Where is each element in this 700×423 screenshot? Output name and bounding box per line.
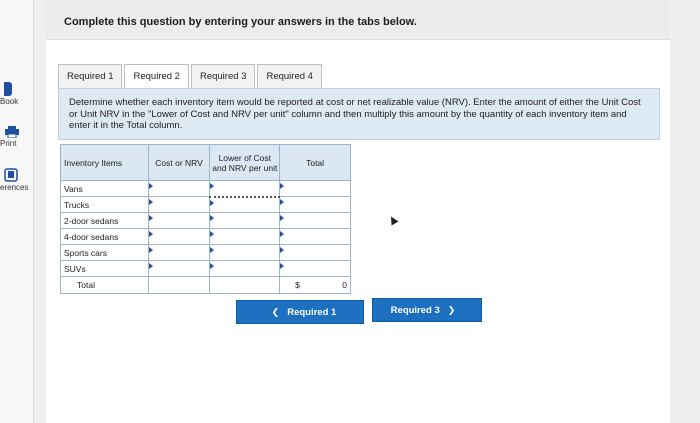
total-empty-cell	[209, 276, 281, 294]
lower-cost-input[interactable]	[209, 244, 281, 261]
cost-or-nrv-select[interactable]	[147, 196, 211, 213]
ebook-icon	[4, 82, 12, 96]
header-lower-of-cost-nrv: Lower of Cost and NRV per unit	[209, 144, 281, 181]
cost-or-nrv-select[interactable]	[147, 260, 211, 277]
total-input[interactable]	[279, 260, 351, 277]
row-label: SUVs	[60, 260, 149, 277]
print-link[interactable]: Print	[0, 126, 34, 148]
total-label: Total	[60, 276, 149, 294]
previous-button-label: Required 1	[287, 306, 337, 318]
row-label: Sports cars	[60, 244, 149, 261]
header-cost-or-nrv: Cost or NRV	[147, 144, 211, 181]
header-inventory-items: Inventory Items	[60, 144, 149, 181]
print-label: Print	[0, 139, 17, 148]
references-link[interactable]: erences	[0, 168, 34, 192]
printer-icon	[5, 126, 19, 138]
required-tabs: Required 1 Required 2 Required 3 Require…	[58, 64, 324, 88]
chevron-left-icon: ❮	[271, 306, 280, 317]
total-empty-cell	[147, 276, 211, 294]
table-row: Trucks	[60, 196, 351, 213]
cost-or-nrv-select[interactable]	[147, 244, 211, 261]
lower-cost-input[interactable]	[209, 180, 281, 198]
total-amount: $ 0	[279, 276, 351, 294]
previous-required-button[interactable]: ❮ Required 1	[236, 300, 364, 324]
ebook-label: Book	[0, 97, 19, 106]
next-button-label: Required 3	[390, 304, 440, 316]
directions-text: Determine whether each inventory item wo…	[58, 88, 660, 140]
instruction-banner: Complete this question by entering your …	[46, 0, 670, 40]
total-input[interactable]	[279, 244, 351, 261]
tab-required-2[interactable]: Required 2	[124, 64, 189, 88]
total-currency: $	[295, 280, 300, 290]
tab-required-1[interactable]: Required 1	[58, 64, 123, 88]
table-row: Sports cars	[60, 244, 351, 261]
table-row: SUVs	[60, 260, 351, 277]
row-label: Trucks	[60, 196, 149, 213]
cost-or-nrv-select[interactable]	[147, 180, 211, 197]
inventory-table: Inventory Items Cost or NRV Lower of Cos…	[60, 144, 351, 294]
table-row: Vans	[60, 180, 351, 198]
next-required-button[interactable]: Required 3 ❯	[372, 298, 482, 322]
cost-or-nrv-select[interactable]	[147, 228, 211, 245]
lower-cost-input[interactable]	[209, 228, 281, 245]
references-icon	[4, 168, 18, 182]
total-value: 0	[342, 280, 347, 290]
chevron-right-icon: ❯	[447, 304, 456, 315]
question-card: Complete this question by entering your …	[46, 0, 670, 423]
left-sidebar: Book Print erences	[0, 0, 34, 423]
header-total: Total	[279, 144, 351, 181]
total-input[interactable]	[279, 196, 351, 213]
total-input[interactable]	[279, 180, 351, 197]
total-input[interactable]	[279, 228, 351, 245]
table-row: 4-door sedans	[60, 228, 351, 245]
tab-required-4[interactable]: Required 4	[257, 64, 322, 88]
references-label: erences	[0, 183, 29, 192]
mouse-cursor-icon	[387, 214, 399, 226]
row-label: Vans	[60, 180, 149, 197]
lower-cost-input[interactable]	[209, 212, 281, 229]
row-label: 2-door sedans	[60, 212, 149, 229]
cost-or-nrv-select[interactable]	[147, 212, 211, 229]
tab-required-3[interactable]: Required 3	[190, 64, 256, 88]
row-label: 4-door sedans	[60, 228, 149, 245]
table-row: 2-door sedans	[60, 212, 351, 229]
total-row: Total $ 0	[60, 276, 351, 294]
lower-cost-input[interactable]	[209, 196, 281, 213]
instruction-text: Complete this question by entering your …	[64, 16, 417, 28]
lower-cost-input[interactable]	[209, 260, 281, 277]
total-input[interactable]	[279, 212, 351, 229]
ebook-link[interactable]: Book	[0, 82, 34, 106]
